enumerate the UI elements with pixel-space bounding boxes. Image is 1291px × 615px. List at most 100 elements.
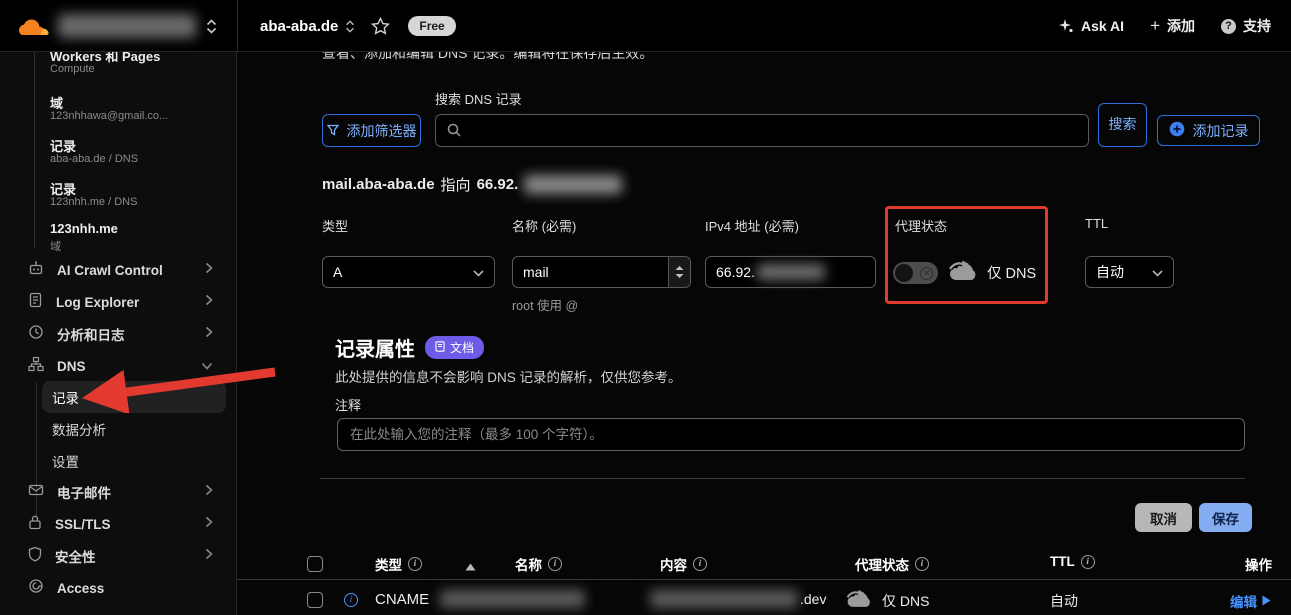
row-checkbox[interactable] — [307, 592, 323, 608]
sidebar-item-dns-records[interactable]: 记录 — [42, 381, 226, 413]
favorite-star-icon[interactable] — [371, 17, 390, 35]
sidebar-item-dns-analytics[interactable]: 数据分析 — [42, 413, 226, 445]
add-button[interactable]: + 添加 — [1150, 16, 1195, 36]
ipv4-input[interactable]: 66.92. — [705, 256, 876, 288]
chevron-down-icon — [201, 357, 213, 375]
nav-label: Access — [57, 581, 237, 596]
col-header-content[interactable]: 内容i — [660, 554, 707, 574]
sidebar-history-records-aba-sub: aba-aba.de / DNS — [50, 153, 138, 165]
record-properties-title: 记录属性 文档 — [335, 333, 484, 362]
question-icon: ? — [1221, 19, 1236, 34]
row-edit-button[interactable]: 编辑 — [1230, 591, 1271, 611]
ipv4-redacted — [757, 264, 825, 280]
col-header-type[interactable]: 类型 i — [375, 554, 422, 574]
docs-badge-label: 文档 — [450, 339, 474, 356]
proxy-toggle[interactable]: ✕ — [893, 262, 938, 284]
plus-circle-icon — [1169, 121, 1185, 140]
add-record-button[interactable]: 添加记录 — [1157, 115, 1260, 146]
zone-switcher-icon[interactable] — [345, 20, 355, 33]
comment-label: 注释 — [335, 395, 361, 414]
row-proxy: 仅 DNS — [882, 591, 929, 611]
proxy-label: 代理状态 — [895, 216, 947, 235]
select-all-checkbox[interactable] — [307, 556, 323, 572]
row-info-icon[interactable]: i — [344, 593, 358, 607]
sidebar-item-ssl-tls[interactable]: SSL/TLS — [0, 509, 237, 539]
dns-only-cloud-icon — [845, 588, 873, 615]
sidebar-history-records-123-sub: 123nhh.me / DNS — [50, 196, 137, 208]
ttl-value: 自动 — [1096, 262, 1124, 282]
shield-icon — [28, 546, 42, 567]
col-header-ttl[interactable]: TTL i — [1050, 554, 1095, 569]
sub-label: 记录 — [52, 387, 79, 407]
name-hint: root 使用 @ — [512, 295, 578, 314]
search-dns-input[interactable] — [435, 114, 1089, 147]
row-content-suffix: .dev — [800, 591, 826, 607]
doc-icon — [435, 341, 445, 355]
account-name-redacted[interactable] — [58, 14, 196, 38]
plus-icon: + — [1150, 16, 1160, 36]
ask-ai-button[interactable]: Ask AI — [1058, 18, 1124, 34]
info-icon[interactable]: i — [693, 557, 707, 571]
row-ttl: 自动 — [1050, 591, 1078, 611]
name-label: 名称 (必需) — [512, 216, 576, 235]
comment-input[interactable] — [337, 418, 1245, 451]
nav-label: 安全性 — [55, 546, 192, 566]
sidebar-item-ai-crawl-control[interactable]: AI Crawl Control — [0, 255, 237, 285]
docs-badge[interactable]: 文档 — [425, 336, 484, 359]
chevron-right-icon — [205, 547, 213, 565]
sidebar-item-dns[interactable]: DNS — [0, 351, 237, 381]
sidebar-history-workers-sub: Compute — [50, 63, 95, 75]
zone-name[interactable]: aba-aba.de — [260, 18, 338, 35]
col-label: TTL — [1050, 554, 1075, 569]
sidebar-item-log-explorer[interactable]: Log Explorer — [0, 287, 237, 317]
toggle-knob — [895, 264, 913, 282]
sidebar-history-domains-sub: 123nhhawa@gmail.co... — [50, 110, 168, 122]
type-select[interactable]: A — [322, 256, 495, 288]
sparkle-icon — [1058, 18, 1074, 34]
proxy-status-value: 仅 DNS — [987, 262, 1036, 283]
ttl-select[interactable]: 自动 — [1085, 256, 1174, 288]
add-filter-button[interactable]: 添加筛选器 — [322, 114, 421, 147]
row-content-redacted — [650, 590, 798, 608]
col-header-proxy[interactable]: 代理状态i — [855, 554, 929, 574]
dns-only-cloud-icon — [947, 258, 979, 289]
name-input[interactable]: mail — [512, 256, 691, 288]
name-stepper[interactable] — [668, 257, 690, 287]
info-icon[interactable]: i — [1081, 555, 1095, 569]
sidebar-item-dns-settings[interactable]: 设置 — [42, 445, 226, 477]
log-document-icon — [28, 292, 43, 313]
chevron-right-icon — [205, 261, 213, 279]
search-button[interactable]: 搜索 — [1098, 103, 1147, 147]
triangle-right-icon — [1262, 594, 1271, 609]
sub-label: 数据分析 — [52, 419, 106, 439]
nav-label: 电子邮件 — [57, 482, 192, 502]
search-label: 搜索 DNS 记录 — [435, 89, 522, 108]
sidebar-item-email[interactable]: 电子邮件 — [0, 477, 237, 507]
top-bar: aba-aba.de Free Ask AI + 添加 ? 支持 — [0, 0, 1291, 52]
sidebar-item-access[interactable]: Access — [0, 573, 237, 603]
account-switcher-icon[interactable] — [206, 19, 217, 34]
save-button[interactable]: 保存 — [1199, 503, 1252, 532]
sidebar-history-zone[interactable]: 123nhh.me — [50, 221, 118, 236]
sidebar-item-security[interactable]: 安全性 — [0, 541, 237, 571]
sidebar-item-analytics-logs[interactable]: 分析和日志 — [0, 319, 237, 349]
col-label: 类型 — [375, 554, 402, 574]
info-icon[interactable]: i — [915, 557, 929, 571]
topbar-account-section — [0, 0, 237, 52]
sort-asc-icon[interactable] — [465, 558, 476, 576]
caret-down-icon — [473, 264, 484, 280]
support-button[interactable]: ? 支持 — [1221, 16, 1271, 36]
pointer-ip-prefix: 66.92. — [477, 176, 519, 193]
cloudflare-logo-icon[interactable] — [16, 15, 50, 37]
cancel-button[interactable]: 取消 — [1135, 503, 1192, 532]
info-icon[interactable]: i — [408, 557, 422, 571]
lock-icon — [28, 514, 42, 535]
robot-icon — [28, 260, 44, 281]
search-button-label: 搜索 — [1109, 116, 1137, 134]
col-header-name[interactable]: 名称i — [515, 554, 562, 574]
toggle-off-x-icon: ✕ — [920, 267, 933, 280]
info-icon[interactable]: i — [548, 557, 562, 571]
record-properties-title-text: 记录属性 — [335, 333, 415, 362]
plan-badge: Free — [408, 16, 455, 36]
page-description: 查看、添加和编辑 DNS 记录。编辑将在保存后生效。 — [322, 52, 653, 63]
